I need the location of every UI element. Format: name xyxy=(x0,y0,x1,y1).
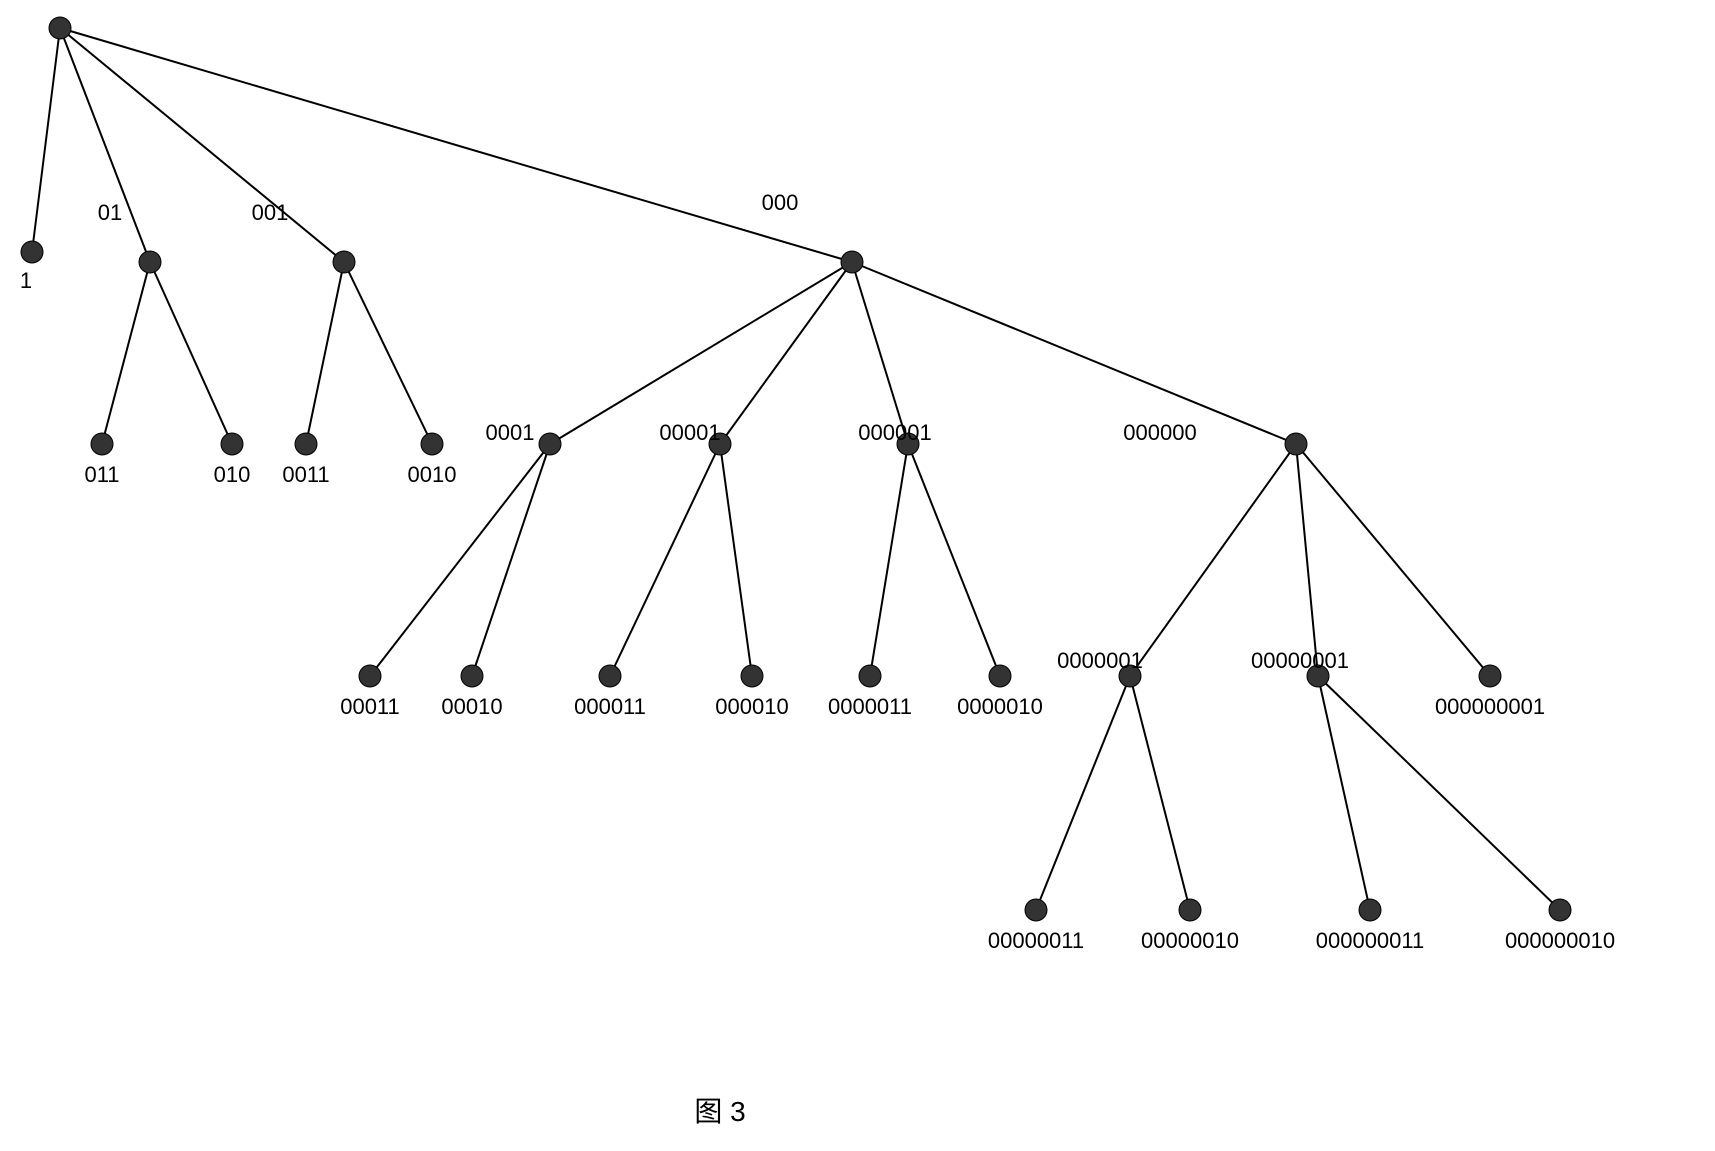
tree-node xyxy=(1025,899,1047,921)
tree-node xyxy=(359,665,381,687)
tree-edge xyxy=(370,444,550,676)
tree-node xyxy=(1479,665,1501,687)
node-label: 0010 xyxy=(408,462,457,488)
tree-node xyxy=(139,251,161,273)
tree-edge xyxy=(852,262,1296,444)
tree-node xyxy=(221,433,243,455)
node-label: 000000010 xyxy=(1505,928,1615,954)
tree-node xyxy=(421,433,443,455)
tree-edge xyxy=(550,262,852,444)
tree-node xyxy=(333,251,355,273)
node-label: 011 xyxy=(84,462,119,488)
tree-edge xyxy=(60,28,852,262)
node-label: 000000 xyxy=(1123,420,1196,446)
tree-edge xyxy=(150,262,232,444)
tree-edge xyxy=(1296,444,1318,676)
node-label: 0000011 xyxy=(828,694,912,720)
tree-node xyxy=(859,665,881,687)
tree-edge xyxy=(306,262,344,444)
tree-node xyxy=(21,241,43,263)
tree-edge xyxy=(1130,444,1296,676)
tree-edge xyxy=(344,262,432,444)
node-label: 1 xyxy=(20,268,32,294)
tree-edge xyxy=(1130,676,1190,910)
node-label: 000010 xyxy=(715,694,788,720)
node-label: 000011 xyxy=(574,694,646,720)
tree-node xyxy=(1285,433,1307,455)
node-label: 0000001 xyxy=(1057,648,1143,674)
figure-caption: 图 3 xyxy=(694,1090,745,1130)
node-label: 000001 xyxy=(858,420,931,446)
tree-node xyxy=(989,665,1011,687)
tree-node xyxy=(1179,899,1201,921)
tree-edge xyxy=(720,444,752,676)
tree-node xyxy=(1359,899,1381,921)
tree-node xyxy=(1549,899,1571,921)
node-label: 00010 xyxy=(441,694,502,720)
tree-edge xyxy=(1036,676,1130,910)
node-label: 01 xyxy=(98,200,122,226)
node-label: 000 xyxy=(762,190,799,216)
tree-node xyxy=(599,665,621,687)
node-label: 00011 xyxy=(340,694,400,720)
tree-node xyxy=(91,433,113,455)
tree-edge xyxy=(472,444,550,676)
tree-diagram: 1010010000110100011001000010000100000100… xyxy=(0,0,1715,1151)
node-label: 00000001 xyxy=(1251,648,1349,674)
tree-edge xyxy=(852,262,908,444)
tree-edge xyxy=(870,444,908,676)
tree-edge xyxy=(60,28,150,262)
node-label: 00001 xyxy=(659,420,720,446)
node-label: 000000001 xyxy=(1435,694,1545,720)
node-label: 001 xyxy=(252,200,289,226)
tree-edge xyxy=(1296,444,1490,676)
tree-edge xyxy=(1318,676,1370,910)
node-label: 0011 xyxy=(282,462,329,488)
tree-node xyxy=(49,17,71,39)
node-label: 00000011 xyxy=(988,928,1084,954)
node-label: 00000010 xyxy=(1141,928,1239,954)
tree-edge xyxy=(32,28,60,252)
tree-edge xyxy=(908,444,1000,676)
tree-node xyxy=(295,433,317,455)
tree-svg xyxy=(0,0,1715,1151)
node-label: 0001 xyxy=(486,420,535,446)
tree-node xyxy=(461,665,483,687)
tree-edge xyxy=(610,444,720,676)
tree-node xyxy=(841,251,863,273)
tree-edge xyxy=(60,28,344,262)
node-label: 0000010 xyxy=(957,694,1043,720)
tree-edge xyxy=(720,262,852,444)
tree-node xyxy=(539,433,561,455)
node-label: 010 xyxy=(214,462,251,488)
tree-edge xyxy=(102,262,150,444)
node-label: 000000011 xyxy=(1316,928,1425,954)
tree-node xyxy=(741,665,763,687)
